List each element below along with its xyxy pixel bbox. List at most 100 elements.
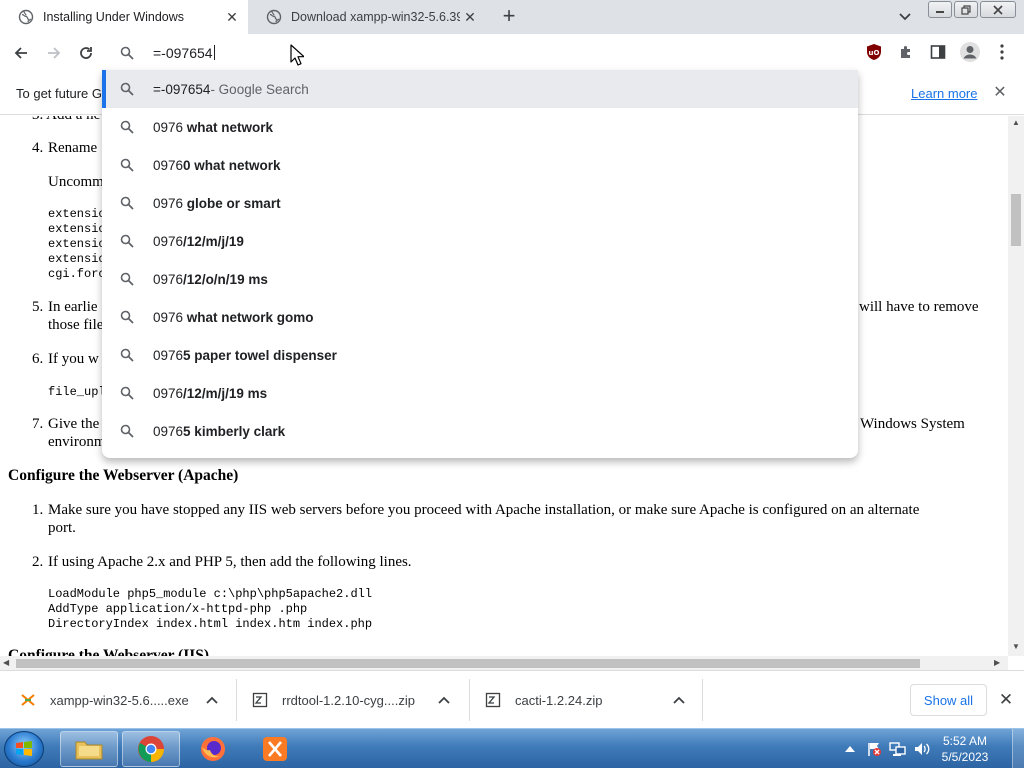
taskbar-chrome[interactable] (122, 731, 180, 767)
mouse-pointer-icon (290, 44, 304, 66)
clock-time: 5:52 AM (942, 734, 988, 748)
ublock-origin-icon[interactable]: uO (864, 42, 884, 62)
download-item[interactable]: xampp-win32-5.6.....exe (20, 671, 222, 729)
zip-file-icon (252, 692, 268, 708)
network-icon[interactable] (888, 729, 908, 768)
suggestion-text: 0976 (153, 385, 184, 401)
section-heading: Configure the Webserver (IIS) (8, 647, 210, 656)
scroll-down-arrow-icon[interactable]: ▼ (1012, 642, 1020, 651)
search-icon (119, 309, 135, 325)
search-icon (119, 385, 135, 401)
show-hidden-icons-icon[interactable] (842, 729, 858, 768)
zip-file-icon (485, 692, 501, 708)
search-icon (119, 157, 135, 173)
show-desktop-button[interactable] (1012, 729, 1024, 768)
profile-avatar-icon[interactable] (958, 42, 982, 62)
system-clock[interactable]: 5:52 AM 5/5/2023 (930, 733, 1000, 765)
chevron-up-icon[interactable] (434, 690, 454, 710)
start-button[interactable] (4, 731, 44, 767)
scroll-left-arrow-icon[interactable]: ◀ (3, 658, 9, 667)
suggestion-row[interactable]: 0976/12/m/j/19 ms (102, 374, 858, 412)
suggestion-completion: what network (186, 119, 274, 135)
reload-button[interactable] (73, 40, 99, 66)
chrome-menu-icon[interactable] (992, 42, 1012, 62)
minimize-button[interactable] (928, 1, 952, 18)
download-item[interactable]: cacti-1.2.24.zip (485, 671, 689, 729)
list-number: 4. (32, 140, 44, 156)
close-tab-icon[interactable]: ✕ (222, 7, 242, 27)
suggestion-text: 0976 (153, 119, 187, 135)
divider (702, 679, 703, 721)
action-center-flag-icon[interactable] (864, 729, 884, 768)
list-number: 7. (32, 416, 44, 432)
restore-button[interactable] (954, 1, 978, 18)
suggestion-row[interactable]: 0976 globe or smart (102, 184, 858, 222)
tab-download-xampp[interactable]: Download xampp-win32-5.6.39-0 ✕ (248, 0, 486, 34)
download-item[interactable]: rrdtool-1.2.10-cyg....zip (252, 671, 454, 729)
section-heading: Configure the Webserver (Apache) (8, 467, 239, 484)
extensions-puzzle-icon[interactable] (896, 42, 916, 62)
suggestion-text: 0976 (153, 233, 184, 249)
suggestion-row[interactable]: 0976 what network (102, 108, 858, 146)
list-item-text: Make sure you have stopped any IIS web s… (48, 502, 920, 518)
suggestion-row[interactable]: 0976 5 kimberly clark (102, 412, 858, 450)
suggestion-row[interactable]: 0976/12/o/n/19 ms (102, 260, 858, 298)
suggestion-completion: what network gomo (186, 309, 314, 325)
scrollbar-thumb[interactable] (16, 659, 920, 668)
search-icon (119, 195, 135, 211)
chevron-up-icon[interactable] (669, 690, 689, 710)
forward-button[interactable] (41, 40, 67, 66)
list-item-text: will have to remove (859, 299, 979, 315)
scroll-up-arrow-icon[interactable]: ▲ (1012, 118, 1020, 127)
list-number: 1. (32, 502, 44, 518)
horizontal-scrollbar[interactable]: ◀ ▶ (0, 656, 1008, 670)
suggestion-row[interactable]: 0976 what network gomo (102, 298, 858, 336)
search-icon (119, 45, 135, 61)
scroll-right-arrow-icon[interactable]: ▶ (994, 658, 1000, 667)
taskbar-explorer[interactable] (60, 731, 118, 767)
suggestion-text: 0976 (153, 195, 187, 211)
windows-logo-icon (16, 741, 32, 756)
close-infobar-icon[interactable]: ✕ (991, 83, 1009, 101)
download-filename: rrdtool-1.2.10-cyg....zip (282, 692, 415, 708)
suggestion-text: 0976 (153, 157, 184, 173)
address-bar[interactable] (102, 34, 858, 72)
vertical-scrollbar[interactable]: ▲ ▼ (1008, 116, 1024, 656)
address-input[interactable] (153, 45, 753, 61)
suggestion-text: 0976 (153, 347, 184, 363)
download-filename: xampp-win32-5.6.....exe (50, 692, 189, 708)
clock-date: 5/5/2023 (941, 750, 989, 764)
suggestion-row[interactable]: 0976 0 what network (102, 146, 858, 184)
infobar-message: To get future G (16, 86, 102, 101)
svg-text:uO: uO (869, 49, 880, 57)
list-item-text: If you w (48, 351, 99, 367)
windows-taskbar: 5:52 AM 5/5/2023 (0, 728, 1024, 768)
suggestion-text: 0976 (153, 309, 187, 325)
suggestion-text: =-097654 (153, 81, 211, 97)
suggestion-row[interactable]: =-097654 - Google Search (102, 70, 858, 108)
tab-installing-under-windows[interactable]: Installing Under Windows ✕ (0, 0, 248, 34)
suggestion-row[interactable]: 0976/12/m/j/19 (102, 222, 858, 260)
taskbar-xampp[interactable] (246, 731, 304, 767)
xampp-file-icon (20, 692, 36, 708)
scrollbar-thumb[interactable] (1011, 194, 1021, 246)
suggestion-row[interactable]: 0976 5 paper towel dispenser (102, 336, 858, 374)
volume-icon[interactable] (912, 729, 932, 768)
close-window-button[interactable] (980, 1, 1016, 18)
globe-icon (18, 9, 34, 25)
learn-more-link[interactable]: Learn more (911, 86, 977, 101)
chevron-up-icon[interactable] (202, 690, 222, 710)
taskbar-firefox[interactable] (184, 731, 242, 767)
code-block: file_upl (48, 385, 106, 399)
divider (236, 679, 237, 721)
xampp-icon (263, 737, 287, 761)
close-tab-icon[interactable]: ✕ (460, 7, 480, 27)
side-panel-icon[interactable] (928, 42, 948, 62)
new-tab-button[interactable]: + (498, 5, 520, 27)
list-item-text: Rename (48, 140, 98, 156)
search-icon (119, 347, 135, 363)
show-all-button[interactable]: Show all (910, 684, 987, 716)
tab-search-chevron-icon[interactable] (895, 7, 915, 27)
close-shelf-icon[interactable]: ✕ (996, 690, 1016, 710)
back-button[interactable] (8, 40, 34, 66)
